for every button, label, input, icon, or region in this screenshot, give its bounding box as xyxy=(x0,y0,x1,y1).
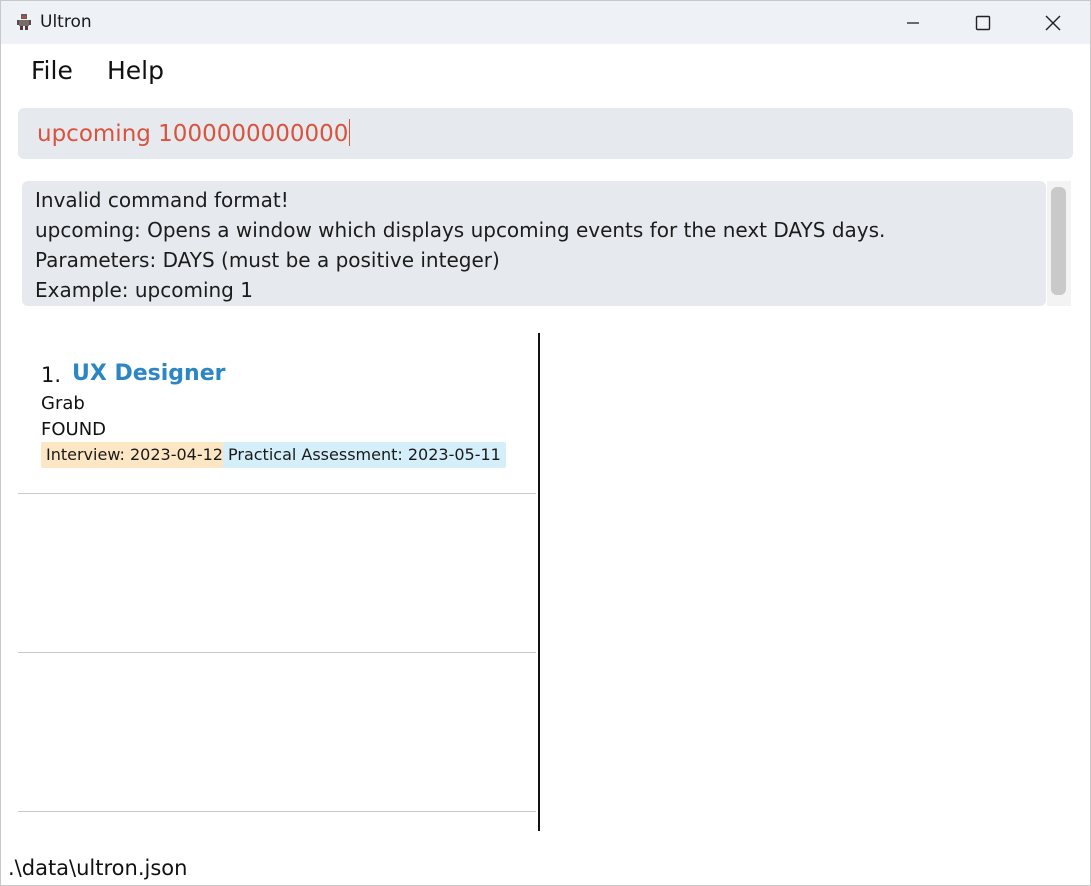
result-scrollbar-thumb[interactable] xyxy=(1051,187,1066,295)
command-input-value: upcoming 1000000000000 xyxy=(37,119,351,147)
menu-file[interactable]: File xyxy=(31,56,73,85)
opening-title: UX Designer xyxy=(72,361,226,386)
maximize-icon xyxy=(975,15,991,30)
app-robot-icon xyxy=(16,13,32,31)
result-line-parameters: Parameters: DAYS (must be a positive int… xyxy=(35,248,500,272)
list-row-divider xyxy=(18,652,536,653)
close-icon xyxy=(1045,15,1061,30)
status-bar-path: .\data\ultron.json xyxy=(8,856,188,880)
opening-company: Grab xyxy=(41,393,85,414)
panel-divider[interactable] xyxy=(538,333,540,831)
result-display[interactable]: Invalid command format! upcoming: Opens … xyxy=(22,181,1046,306)
result-line-example: Example: upcoming 1 xyxy=(35,278,253,302)
opening-index: 1. xyxy=(41,363,62,387)
minimize-icon xyxy=(907,21,919,24)
menu-bar: File Help xyxy=(1,44,1090,100)
list-row-divider xyxy=(18,493,536,494)
keydate-tag-interview: Interview: 2023-04-12 xyxy=(41,442,228,468)
keydate-tag-assessment: Practical Assessment: 2023-05-11 xyxy=(223,442,506,468)
minimize-button[interactable] xyxy=(878,1,948,44)
menu-help[interactable]: Help xyxy=(107,56,164,85)
close-button[interactable] xyxy=(1018,1,1088,44)
list-row-divider xyxy=(18,811,536,812)
maximize-button[interactable] xyxy=(948,1,1018,44)
result-line-usage: upcoming: Opens a window which displays … xyxy=(35,218,886,242)
app-window: Ultron File Help upcoming 1000000000000 … xyxy=(0,0,1091,886)
text-caret xyxy=(349,119,351,146)
opening-status: FOUND xyxy=(41,419,107,440)
title-bar[interactable]: Ultron xyxy=(1,1,1090,44)
window-title: Ultron xyxy=(40,12,92,32)
command-input[interactable]: upcoming 1000000000000 xyxy=(18,108,1073,159)
result-line-error: Invalid command format! xyxy=(35,188,289,212)
command-text: upcoming 1000000000000 xyxy=(37,121,349,147)
